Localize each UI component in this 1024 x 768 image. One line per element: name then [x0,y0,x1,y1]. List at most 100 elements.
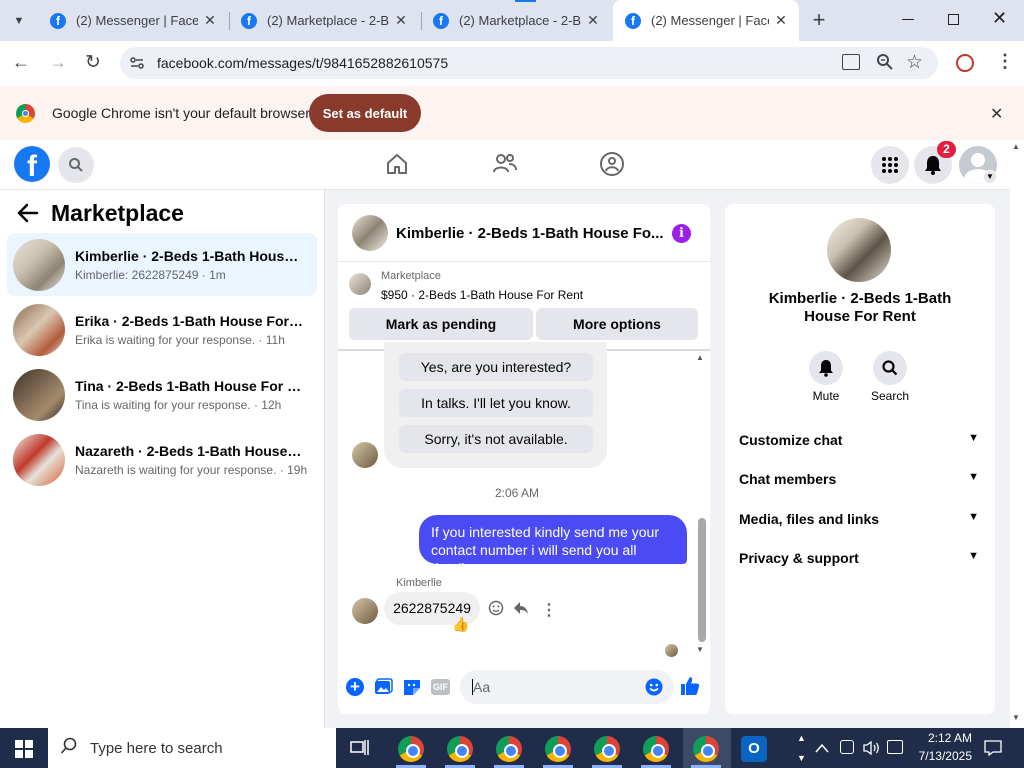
notification-center-icon[interactable] [984,740,1002,761]
emoji-picker-icon[interactable] [645,678,663,701]
profile-icon[interactable] [956,54,974,72]
fb-search-icon[interactable] [58,147,94,183]
mute-label[interactable]: Mute [796,389,856,403]
menu-grid-icon[interactable] [871,146,909,184]
set-default-button[interactable]: Set as default [309,94,421,132]
more-options-button[interactable]: More options [536,308,698,340]
media-files-section[interactable]: Media, files and links ▼ [739,511,979,527]
forward-icon[interactable]: → [49,52,67,73]
bookmark-star-icon[interactable]: ☆ [906,51,923,74]
chrome-taskbar-icon[interactable] [496,736,522,762]
listing-label: Marketplace [381,270,441,282]
contact-avatar[interactable] [827,218,891,282]
page-scroll-down-arrow[interactable]: ▼ [1012,713,1020,722]
search-label[interactable]: Search [860,389,920,403]
close-tab-icon[interactable]: ✕ [773,12,789,29]
photo-icon[interactable] [374,678,393,701]
meet-now-icon[interactable] [840,740,854,754]
windows-start-icon[interactable] [15,740,33,763]
friends-nav-icon[interactable] [492,152,518,181]
install-app-icon[interactable] [842,54,860,70]
new-tab-icon[interactable]: + [808,8,830,32]
like-thumb-icon[interactable] [680,676,700,701]
scroll-up-arrow[interactable]: ▲ [696,353,704,362]
sticker-icon[interactable] [403,678,421,701]
chrome-taskbar-icon[interactable] [447,736,473,762]
task-view-icon[interactable] [350,738,370,763]
facebook-logo-icon[interactable]: f [14,146,50,182]
tab-search-icon[interactable]: ▼ [8,10,30,32]
conversation-item[interactable]: Erika · 2-Beds 1-Bath House For Rent Eri… [7,298,317,361]
browser-tab-1[interactable]: f (2) Messenger | Facebo ✕ [38,0,228,41]
conversation-item[interactable]: Kimberlie · 2-Beds 1-Bath House F... Kim… [7,233,317,296]
tab-title: (2) Messenger | Facebo [76,13,198,28]
chrome-taskbar-icon[interactable] [545,736,571,762]
minimize-icon[interactable] [902,19,914,20]
sender-avatar [352,442,378,468]
conversation-item[interactable]: Nazareth · 2-Beds 1-Bath House Fo... Naz… [7,428,317,491]
conversation-title: Nazareth · 2-Beds 1-Bath House Fo... [75,442,305,459]
message-reaction[interactable]: 👍 [452,616,469,633]
chat-scrollbar[interactable] [698,518,706,642]
maximize-icon[interactable] [948,14,959,25]
quick-reply-button[interactable]: Sorry, it's not available. [399,425,593,453]
chrome-taskbar-icon[interactable] [643,736,669,762]
outlook-taskbar-icon[interactable]: O [741,736,767,762]
mute-bell-icon[interactable] [809,351,843,385]
site-info-icon[interactable] [129,55,145,71]
facebook-icon: f [50,12,66,29]
listing-avatar [349,273,371,295]
account-chevron-icon[interactable]: ▼ [983,170,997,184]
address-bar[interactable]: facebook.com/messages/t/9841652882610575 [120,47,938,79]
browser-tab-3[interactable]: f (2) Marketplace - 2-Be ✕ [421,0,611,41]
taskbar-date[interactable]: 7/13/2025 [906,749,972,763]
close-tab-icon[interactable]: ✕ [393,12,409,29]
outgoing-message-bubble[interactable]: If you interested kindly send me your co… [419,515,687,576]
scroll-down-arrow[interactable]: ▼ [696,645,704,654]
close-infobar-icon[interactable]: ✕ [990,104,1003,124]
chat-title[interactable]: Kimberlie · 2-Beds 1-Bath House Fo... [396,225,664,242]
chrome-taskbar-icon[interactable] [693,736,719,762]
close-window-icon[interactable]: ✕ [992,8,1007,29]
chat-members-section[interactable]: Chat members ▼ [739,471,979,487]
chat-avatar[interactable] [352,215,388,251]
message-input[interactable]: Aa [460,670,674,704]
home-nav-icon[interactable] [385,152,409,181]
back-icon[interactable]: ← [12,52,30,73]
quick-reply-button[interactable]: In talks. I'll let you know. [399,389,593,417]
add-attachment-icon[interactable]: + [346,678,364,696]
volume-icon[interactable] [863,740,881,761]
zoom-icon[interactable] [876,53,894,76]
taskbar-search-box[interactable]: Type here to search [48,728,336,768]
taskbar-scroll-up-icon[interactable]: ▲ [797,733,806,743]
browser-tab-2[interactable]: f (2) Marketplace - 2-Be ✕ [229,0,419,41]
reply-icon[interactable] [513,600,529,621]
taskbar-time[interactable]: 2:12 AM [906,731,972,745]
chrome-taskbar-icon[interactable] [398,736,424,762]
more-actions-icon[interactable]: ⋮ [541,600,557,620]
conversation-item[interactable]: Tina · 2-Beds 1-Bath House For Rent Tina… [7,363,317,426]
info-icon[interactable]: i [672,224,691,243]
menu-dots-icon[interactable]: ⋮ [996,51,1014,72]
mark-pending-button[interactable]: Mark as pending [349,308,533,340]
chrome-taskbar-icon[interactable] [594,736,620,762]
privacy-support-section[interactable]: Privacy & support ▼ [739,550,979,566]
back-arrow-icon[interactable] [17,202,39,229]
close-tab-icon[interactable]: ✕ [202,12,218,29]
conversation-subtitle: Tina is waiting for your response. · 12h [75,397,282,412]
incoming-message-text: 2622875249 [393,600,471,616]
close-tab-icon[interactable]: ✕ [585,12,601,29]
reload-icon[interactable]: ↻ [85,51,101,74]
customize-chat-section[interactable]: Customize chat ▼ [739,432,979,448]
quick-reply-button[interactable]: Yes, are you interested? [399,353,593,381]
hidden-icons-chevron-icon[interactable] [815,740,829,758]
taskbar-scroll-down-icon[interactable]: ▼ [797,753,806,763]
network-icon[interactable] [887,740,903,754]
gif-button[interactable]: GIF [431,679,450,695]
browser-tab-4[interactable]: f (2) Messenger | Facebo ✕ [613,0,799,41]
page-scroll-up-arrow[interactable]: ▲ [1012,142,1020,151]
search-conversation-icon[interactable] [873,351,907,385]
groups-nav-icon[interactable] [599,151,625,182]
react-emoji-icon[interactable] [488,600,504,621]
section-label: Media, files and links [739,511,880,527]
